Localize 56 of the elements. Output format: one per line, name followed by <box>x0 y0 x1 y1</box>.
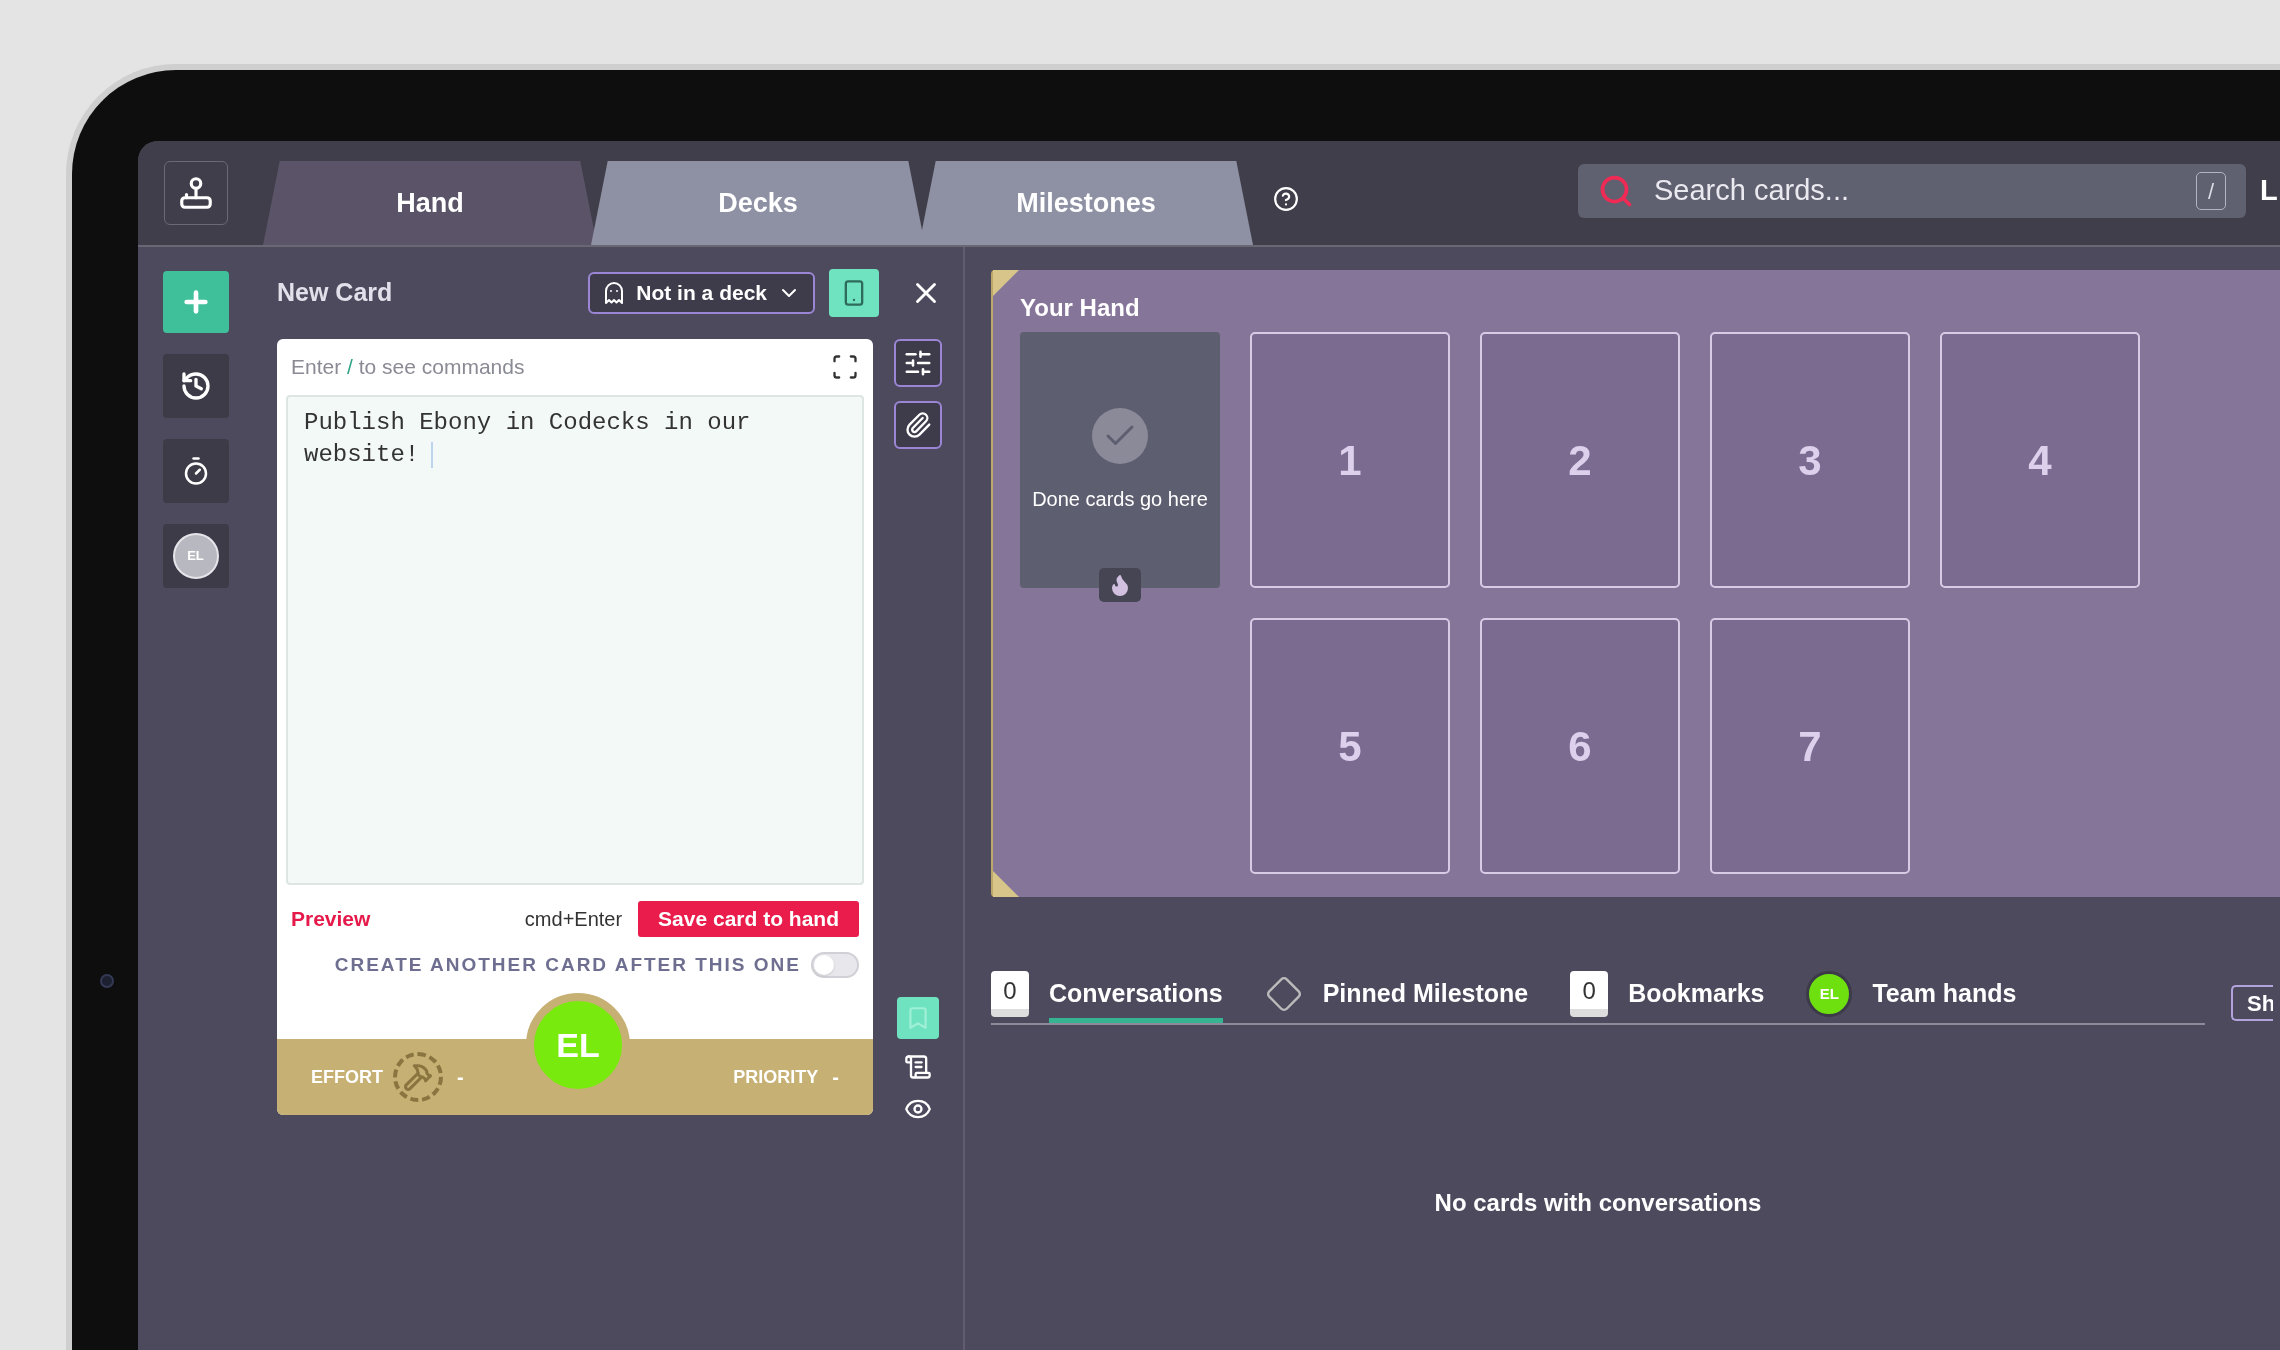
card-slot[interactable]: 4 <box>1940 332 2140 588</box>
count-badge: 0 <box>991 971 1029 1017</box>
effort-label: EFFORT <box>311 1065 383 1089</box>
deck-select[interactable]: Not in a deck <box>588 272 815 314</box>
card-slot[interactable]: 1 <box>1250 332 1450 588</box>
save-button[interactable]: Save card to hand <box>638 901 859 937</box>
timer-button[interactable] <box>162 439 229 503</box>
shortcut-key: / <box>2196 172 2226 210</box>
card-text-field[interactable]: Publish Ebony in Codecks in our website! <box>286 395 864 885</box>
check-icon <box>1092 408 1148 464</box>
done-slot-text: Done cards go here <box>1032 487 1208 512</box>
menu-label[interactable]: L <box>2260 169 2280 213</box>
sliders-icon <box>903 348 933 378</box>
logo-button[interactable] <box>163 161 228 225</box>
count-badge: 0 <box>1570 971 1609 1017</box>
user-avatar: EL <box>172 533 219 579</box>
camera-icon <box>100 974 114 988</box>
properties-button[interactable] <box>894 339 942 387</box>
effort-value: - <box>457 1065 464 1090</box>
effort-icon <box>393 1052 443 1102</box>
section-tab[interactable]: Team hands <box>1872 965 2017 1023</box>
panel-title: Your Hand <box>1020 293 1141 323</box>
history-icon <box>179 370 212 402</box>
share-button[interactable]: Sh <box>2231 985 2273 1021</box>
priority-value: - <box>832 1065 839 1090</box>
flame-icon <box>1099 568 1141 602</box>
phone-button[interactable] <box>829 269 879 317</box>
nav-tab[interactable]: Milestones <box>919 161 1253 245</box>
search-placeholder: Search cards... <box>1654 173 1851 209</box>
command-hint: Enter / to see commands <box>291 354 526 381</box>
history-button[interactable] <box>162 354 229 418</box>
toggle-switch[interactable] <box>811 952 859 979</box>
panel-title: New Card <box>277 277 394 309</box>
section-tab[interactable]: Conversations <box>1049 965 1223 1023</box>
attachment-button[interactable] <box>894 401 942 449</box>
search-field[interactable]: Search cards... / <box>1578 164 2246 218</box>
card-slot[interactable]: 5 <box>1250 618 1450 874</box>
card-slot[interactable]: 7 <box>1710 618 1910 874</box>
user-avatar: EL <box>1806 971 1853 1017</box>
card-slot[interactable]: 2 <box>1480 332 1680 588</box>
document-icon <box>904 1053 932 1081</box>
diamond-icon <box>1264 975 1303 1013</box>
paperclip-icon <box>904 411 932 439</box>
search-icon <box>1598 173 1634 209</box>
empty-message: No cards with conversations <box>1434 1188 1762 1218</box>
shortcut-hint: cmd+Enter <box>524 907 623 932</box>
fullscreen-icon[interactable] <box>831 353 859 381</box>
section-tab[interactable]: Bookmarks <box>1628 965 1765 1023</box>
create-another-label: CREATE ANOTHER CARD AFTER THIS ONE <box>334 953 801 977</box>
priority-label: PRIORITY <box>733 1065 819 1089</box>
card-slot[interactable]: 3 <box>1710 332 1910 588</box>
document-button[interactable] <box>904 1053 932 1081</box>
section-tab[interactable]: Pinned Milestone <box>1322 965 1529 1023</box>
help-icon[interactable] <box>1273 186 1299 212</box>
preview-link[interactable]: Preview <box>291 903 525 935</box>
card-slot[interactable]: 6 <box>1480 618 1680 874</box>
